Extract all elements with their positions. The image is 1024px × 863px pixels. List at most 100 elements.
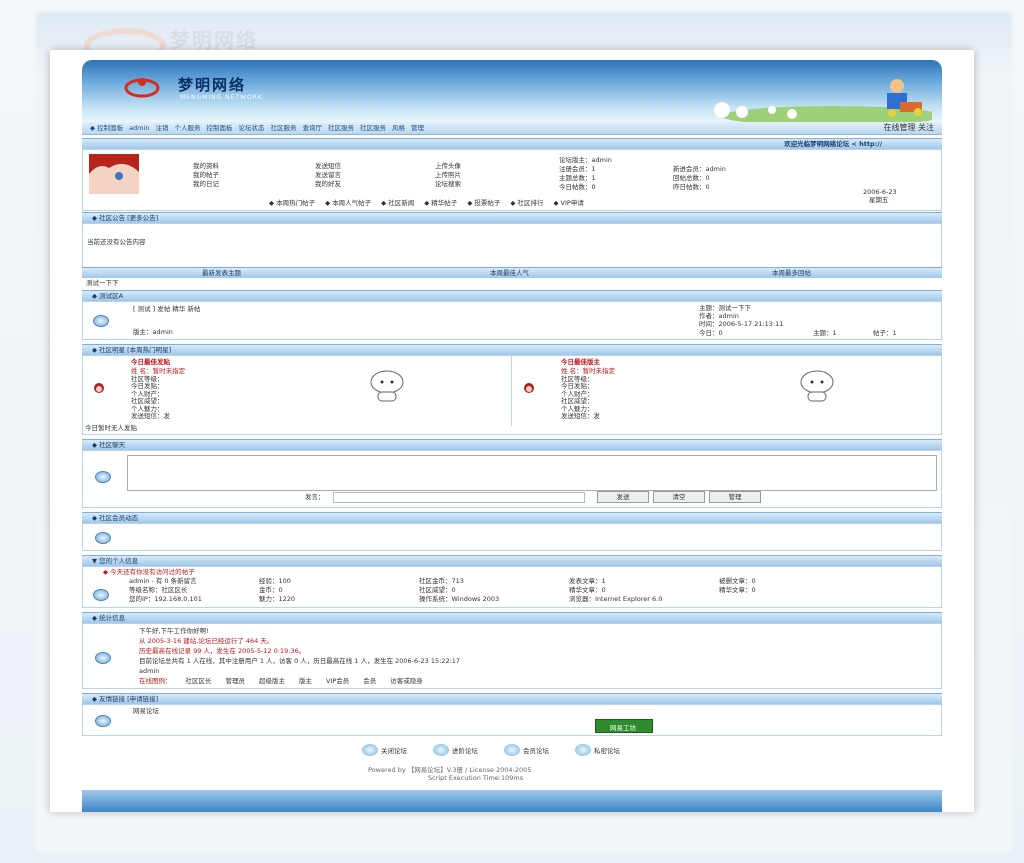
mascot-left-icon (370, 370, 404, 402)
personal-cell: 您的IP：192.168.0.101 (129, 595, 202, 603)
nav-item[interactable]: 控制面板 (206, 124, 232, 132)
forum-title[interactable]: ◆ 测试区A (92, 292, 123, 300)
forum-last-author: 作者：admin (699, 312, 739, 320)
legend-item: 超级版主 (259, 677, 285, 685)
nav-item[interactable]: 社区服务 (360, 124, 386, 132)
footer-icon-link[interactable]: 会员论坛 (504, 744, 549, 756)
user-link-friends[interactable]: 我的好友 (315, 180, 341, 188)
star-left: 今日最佳发贴 姓 名：暂时未指定 社区等级： 今日发贴： 个人财产： 社区威望： 个人魅力… (83, 356, 512, 426)
user-link-profile[interactable]: 我的资料 (193, 162, 219, 170)
stat-today-posts: 今日帖数：0 (559, 183, 596, 191)
legend-item: 管理员 (225, 677, 246, 685)
link-badge-text: 网易工坊 (610, 724, 636, 732)
user-avatar[interactable] (89, 154, 139, 194)
forum-header: ◆ 测试区A (82, 290, 942, 301)
tab-popular[interactable]: 本周最佳人气 (490, 268, 529, 278)
user-link-guestbook[interactable]: 发送留言 (315, 171, 341, 179)
forum-page: 梦明网络 MENGMING NETWORK ◆ 控制面板 admin 注销 个人服务控… (82, 60, 942, 812)
tab-latest[interactable]: 最新发表主题 (202, 268, 241, 278)
personal-warning[interactable]: ◆ 今天还有你没有访问过的帖子 (103, 568, 195, 576)
quick-link[interactable]: ◆ 投票帖子 (467, 199, 500, 207)
nav-item[interactable]: 个人服务 (174, 124, 200, 132)
footer-icon-link[interactable]: 私密论坛 (575, 744, 620, 756)
stat-new-member: 新进会员：admin (673, 165, 726, 173)
legend-item: 会员 (363, 677, 377, 685)
forum-moderator: 版主：admin (133, 328, 173, 336)
forum-last-topic[interactable]: 主题：测试一下下 (699, 304, 751, 312)
personal-cell: 精华文章：0 (719, 586, 756, 594)
quick-link[interactable]: ◆ 本周人气帖子 (325, 199, 371, 207)
chat-clear-button[interactable]: 清空 (653, 491, 705, 503)
stat-topics: 主题总数：1 (559, 174, 596, 182)
forum-post-count: 帖子：1 (873, 329, 897, 337)
user-link-posts[interactable]: 我的帖子 (193, 171, 219, 179)
footer-icon-label: 私密论坛 (594, 746, 620, 755)
nav-item[interactable]: 管理 (411, 124, 424, 132)
chat-manage-button[interactable]: 管理 (709, 491, 761, 503)
nav-item[interactable]: 注销 (155, 124, 168, 132)
nav-item[interactable]: 社区服务 (328, 124, 354, 132)
nav-item[interactable]: 风格 (392, 124, 405, 132)
user-link-upload-photo[interactable]: 上传照片 (435, 171, 461, 179)
nav-item[interactable]: 查询厅 (302, 124, 322, 132)
footer-icon-label: 关闭论坛 (381, 746, 407, 755)
user-link-send-msg[interactable]: 发送短信 (315, 162, 341, 170)
announce-box: 当前还没有公告内容 (82, 223, 942, 269)
user-link-upload-avatar[interactable]: 上传头像 (435, 162, 461, 170)
link-name[interactable]: 网易论坛 (133, 707, 159, 715)
latest-topic-link[interactable]: 测试一下下 (86, 279, 119, 287)
top-nav: ◆ 控制面板 admin 注销 个人服务 控制面板 论坛状态 社区服务 查询厅 社区服务 社区服务… (82, 122, 942, 135)
star-right-title: 今日最佳版主 (561, 358, 600, 366)
user-panel: 我的资料 我的帖子 我的日记 发送短信 发送留言 我的好友 上传头像 上传照片 … (82, 149, 942, 211)
star-row: 发送短信：发 (131, 412, 170, 420)
forum-links[interactable]: [ 测试 ] 发帖 精华 新帖 (133, 305, 200, 313)
footer-icons: 关闭论坛 进阶论坛 会员论坛 私密论坛 (362, 744, 702, 756)
star-row: 发送短信：发 (561, 412, 600, 420)
welcome-bar: 欢迎光临梦明网络论坛 < http:// (82, 138, 942, 149)
quick-links: ◆ 本周热门帖子 ◆ 本周人气帖子 ◆ 社区新闻 ◆ 精华帖子 ◆ 投票帖子 ◆ 社区排行… (269, 198, 789, 207)
user-link-search[interactable]: 论坛搜索 (435, 180, 461, 188)
weekday-text: 星期五 (869, 196, 889, 204)
powered-by: Powered by 【网易论坛】V.3册 / License 2004-200… (368, 766, 532, 774)
stats-header: ◆ 统计信息 (82, 612, 942, 623)
legend-item: 版主 (299, 677, 312, 685)
legend-item: 社区区长 (185, 677, 212, 685)
star-left-avatar (94, 383, 104, 393)
link-badge[interactable]: 网易工坊 (595, 719, 653, 733)
personal-title: ▼ 您的个人信息 (92, 557, 139, 565)
site-title: 梦明网络 (178, 76, 247, 94)
links-icon (95, 715, 111, 727)
activity-box (82, 523, 942, 551)
quick-link[interactable]: ◆ VIP申请 (553, 199, 583, 207)
personal-cell: 经验：100 (259, 577, 291, 585)
chat-messages-area[interactable] (127, 455, 937, 491)
ghost-site-title: 梦明网络 (170, 28, 258, 52)
stats-line[interactable]: admin (139, 666, 460, 676)
footer-icon-link[interactable]: 进阶论坛 (433, 744, 478, 756)
forum-status-icon (93, 315, 109, 327)
stars-header: ◆ 社区明星 [本周热门明星] (82, 344, 942, 355)
nav-item[interactable]: 社区服务 (270, 124, 296, 132)
tab-most-replies[interactable]: 本周最多回帖 (772, 268, 811, 278)
nav-item[interactable]: ◆ 控制面板 (90, 124, 123, 132)
links-box: 网易论坛 网易工坊 (82, 704, 942, 736)
chat-input[interactable] (333, 492, 585, 503)
footer-icon-link[interactable]: 关闭论坛 (362, 744, 407, 756)
nav-item[interactable]: admin (129, 124, 149, 132)
forum-last-time: 时间：2006-5-17 21:13:11 (699, 320, 784, 328)
star-left-rows: 姓 名：暂时未指定 社区等级： 今日发贴： 个人财产： 社区威望： 个人魅力： 发送短信：发 (131, 367, 185, 421)
quick-link[interactable]: ◆ 本周热门帖子 (269, 199, 315, 207)
personal-cell: admin - 有 0 条新留言 (129, 577, 197, 585)
nav-right-links[interactable]: 在线管理 关注 (883, 122, 934, 133)
footer-icon-label: 会员论坛 (523, 746, 549, 755)
user-link-diary[interactable]: 我的日记 (193, 180, 219, 188)
quick-link[interactable]: ◆ 社区新闻 (381, 199, 414, 207)
nav-item[interactable]: 论坛状态 (238, 124, 264, 132)
chat-send-button[interactable]: 发送 (597, 491, 649, 503)
stats-icon (95, 652, 111, 664)
stat-moderator: 论坛版主：admin (559, 156, 612, 164)
quick-link[interactable]: ◆ 社区排行 (510, 199, 543, 207)
chat-box: 发言： 发送 清空 管理 (82, 450, 942, 508)
quick-link[interactable]: ◆ 精华帖子 (424, 199, 457, 207)
forum-type-icon (575, 744, 591, 756)
